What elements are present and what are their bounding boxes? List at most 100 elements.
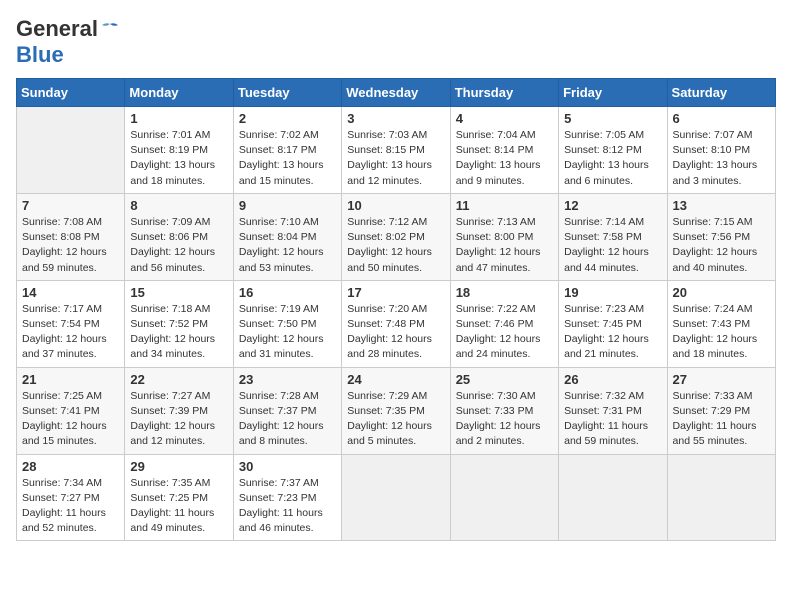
calendar-cell: 6Sunrise: 7:07 AMSunset: 8:10 PMDaylight… bbox=[667, 107, 775, 194]
day-info: Sunrise: 7:12 AMSunset: 8:02 PMDaylight:… bbox=[347, 215, 444, 276]
day-info: Sunrise: 7:02 AMSunset: 8:17 PMDaylight:… bbox=[239, 128, 336, 189]
calendar-cell: 8 Sunrise: 7:09 AMSunset: 8:06 PMDaylight… bbox=[125, 193, 233, 280]
calendar-cell: 24 Sunrise: 7:29 AMSunset: 7:35 PMDayligh… bbox=[342, 367, 450, 454]
column-header-wednesday: Wednesday bbox=[342, 79, 450, 107]
calendar-week-3: 14 Sunrise: 7:17 AMSunset: 7:54 PMDayligh… bbox=[17, 280, 776, 367]
day-info: Sunrise: 7:25 AMSunset: 7:41 PMDaylight:… bbox=[22, 389, 119, 450]
column-header-thursday: Thursday bbox=[450, 79, 558, 107]
calendar-cell: 13 Sunrise: 7:15 AMSunset: 7:56 PMDayligh… bbox=[667, 193, 775, 280]
day-info: Sunrise: 7:05 AMSunset: 8:12 PMDaylight:… bbox=[564, 128, 661, 189]
calendar-cell: 21 Sunrise: 7:25 AMSunset: 7:41 PMDayligh… bbox=[17, 367, 125, 454]
day-info: Sunrise: 7:28 AMSunset: 7:37 PMDaylight:… bbox=[239, 389, 336, 450]
calendar-cell bbox=[342, 454, 450, 541]
day-number: 24 bbox=[347, 372, 444, 387]
logo-blue-text: Blue bbox=[16, 42, 64, 67]
day-info: Sunrise: 7:35 AMSunset: 7:25 PMDaylight:… bbox=[130, 476, 227, 537]
calendar-cell: 2 Sunrise: 7:02 AMSunset: 8:17 PMDaylight… bbox=[233, 107, 341, 194]
day-info: Sunrise: 7:37 AMSunset: 7:23 PMDaylight:… bbox=[239, 476, 336, 537]
day-info: Sunrise: 7:33 AMSunset: 7:29 PMDaylight:… bbox=[673, 389, 770, 450]
day-number: 12 bbox=[564, 198, 661, 213]
calendar-cell: 3 Sunrise: 7:03 AMSunset: 8:15 PMDaylight… bbox=[342, 107, 450, 194]
day-info: Sunrise: 7:18 AMSunset: 7:52 PMDaylight:… bbox=[130, 302, 227, 363]
day-number: 18 bbox=[456, 285, 553, 300]
day-number: 6 bbox=[673, 111, 770, 126]
column-header-tuesday: Tuesday bbox=[233, 79, 341, 107]
day-number: 15 bbox=[130, 285, 227, 300]
day-number: 19 bbox=[564, 285, 661, 300]
day-info: Sunrise: 7:09 AMSunset: 8:06 PMDaylight:… bbox=[130, 215, 227, 276]
day-number: 5 bbox=[564, 111, 661, 126]
day-number: 8 bbox=[130, 198, 227, 213]
column-header-friday: Friday bbox=[559, 79, 667, 107]
calendar-week-1: 1 Sunrise: 7:01 AMSunset: 8:19 PMDaylight… bbox=[17, 107, 776, 194]
calendar-cell bbox=[450, 454, 558, 541]
day-number: 10 bbox=[347, 198, 444, 213]
day-info: Sunrise: 7:29 AMSunset: 7:35 PMDaylight:… bbox=[347, 389, 444, 450]
day-number: 26 bbox=[564, 372, 661, 387]
day-number: 29 bbox=[130, 459, 227, 474]
calendar-cell: 25Sunrise: 7:30 AMSunset: 7:33 PMDayligh… bbox=[450, 367, 558, 454]
day-number: 22 bbox=[130, 372, 227, 387]
day-info: Sunrise: 7:20 AMSunset: 7:48 PMDaylight:… bbox=[347, 302, 444, 363]
calendar-cell: 16 Sunrise: 7:19 AMSunset: 7:50 PMDayligh… bbox=[233, 280, 341, 367]
calendar-cell: 9 Sunrise: 7:10 AMSunset: 8:04 PMDaylight… bbox=[233, 193, 341, 280]
day-info: Sunrise: 7:23 AMSunset: 7:45 PMDaylight:… bbox=[564, 302, 661, 363]
day-number: 28 bbox=[22, 459, 119, 474]
day-number: 9 bbox=[239, 198, 336, 213]
day-number: 11 bbox=[456, 198, 553, 213]
day-info: Sunrise: 7:24 AMSunset: 7:43 PMDaylight:… bbox=[673, 302, 770, 363]
day-number: 21 bbox=[22, 372, 119, 387]
day-number: 4 bbox=[456, 111, 553, 126]
calendar-cell: 5 Sunrise: 7:05 AMSunset: 8:12 PMDaylight… bbox=[559, 107, 667, 194]
calendar-week-2: 7 Sunrise: 7:08 AMSunset: 8:08 PMDaylight… bbox=[17, 193, 776, 280]
day-info: Sunrise: 7:15 AMSunset: 7:56 PMDaylight:… bbox=[673, 215, 770, 276]
day-number: 1 bbox=[130, 111, 227, 126]
day-info: Sunrise: 7:34 AMSunset: 7:27 PMDaylight:… bbox=[22, 476, 119, 537]
calendar-cell bbox=[667, 454, 775, 541]
logo-text: General bbox=[16, 16, 120, 42]
logo: General Blue bbox=[16, 16, 120, 68]
calendar-cell bbox=[17, 107, 125, 194]
calendar-week-5: 28 Sunrise: 7:34 AMSunset: 7:27 PMDayligh… bbox=[17, 454, 776, 541]
column-header-monday: Monday bbox=[125, 79, 233, 107]
day-number: 2 bbox=[239, 111, 336, 126]
calendar-cell: 29 Sunrise: 7:35 AMSunset: 7:25 PMDayligh… bbox=[125, 454, 233, 541]
calendar-cell: 17 Sunrise: 7:20 AMSunset: 7:48 PMDayligh… bbox=[342, 280, 450, 367]
day-info: Sunrise: 7:03 AMSunset: 8:15 PMDaylight:… bbox=[347, 128, 444, 189]
day-number: 30 bbox=[239, 459, 336, 474]
day-number: 23 bbox=[239, 372, 336, 387]
calendar-cell: 12 Sunrise: 7:14 AMSunset: 7:58 PMDayligh… bbox=[559, 193, 667, 280]
column-header-sunday: Sunday bbox=[17, 79, 125, 107]
calendar-header-row: SundayMondayTuesdayWednesdayThursdayFrid… bbox=[17, 79, 776, 107]
day-number: 16 bbox=[239, 285, 336, 300]
day-info: Sunrise: 7:14 AMSunset: 7:58 PMDaylight:… bbox=[564, 215, 661, 276]
day-info: Sunrise: 7:10 AMSunset: 8:04 PMDaylight:… bbox=[239, 215, 336, 276]
calendar-cell bbox=[559, 454, 667, 541]
calendar-cell: 23 Sunrise: 7:28 AMSunset: 7:37 PMDayligh… bbox=[233, 367, 341, 454]
day-info: Sunrise: 7:32 AMSunset: 7:31 PMDaylight:… bbox=[564, 389, 661, 450]
calendar-cell: 4 Sunrise: 7:04 AMSunset: 8:14 PMDaylight… bbox=[450, 107, 558, 194]
day-number: 17 bbox=[347, 285, 444, 300]
calendar-cell: 26 Sunrise: 7:32 AMSunset: 7:31 PMDayligh… bbox=[559, 367, 667, 454]
day-number: 20 bbox=[673, 285, 770, 300]
calendar-cell: 10 Sunrise: 7:12 AMSunset: 8:02 PMDayligh… bbox=[342, 193, 450, 280]
calendar-cell: 30 Sunrise: 7:37 AMSunset: 7:23 PMDayligh… bbox=[233, 454, 341, 541]
day-number: 7 bbox=[22, 198, 119, 213]
calendar-cell: 20 Sunrise: 7:24 AMSunset: 7:43 PMDayligh… bbox=[667, 280, 775, 367]
day-info: Sunrise: 7:13 AMSunset: 8:00 PMDaylight:… bbox=[456, 215, 553, 276]
calendar-cell: 22Sunrise: 7:27 AMSunset: 7:39 PMDayligh… bbox=[125, 367, 233, 454]
day-number: 27 bbox=[673, 372, 770, 387]
day-number: 14 bbox=[22, 285, 119, 300]
day-number: 13 bbox=[673, 198, 770, 213]
day-number: 3 bbox=[347, 111, 444, 126]
page-header: General Blue bbox=[16, 16, 776, 68]
day-info: Sunrise: 7:22 AMSunset: 7:46 PMDaylight:… bbox=[456, 302, 553, 363]
day-number: 25 bbox=[456, 372, 553, 387]
day-info: Sunrise: 7:17 AMSunset: 7:54 PMDaylight:… bbox=[22, 302, 119, 363]
day-info: Sunrise: 7:08 AMSunset: 8:08 PMDaylight:… bbox=[22, 215, 119, 276]
day-info: Sunrise: 7:01 AMSunset: 8:19 PMDaylight:… bbox=[130, 128, 227, 189]
day-info: Sunrise: 7:19 AMSunset: 7:50 PMDaylight:… bbox=[239, 302, 336, 363]
calendar-cell: 27 Sunrise: 7:33 AMSunset: 7:29 PMDayligh… bbox=[667, 367, 775, 454]
calendar-cell: 18 Sunrise: 7:22 AMSunset: 7:46 PMDayligh… bbox=[450, 280, 558, 367]
day-info: Sunrise: 7:04 AMSunset: 8:14 PMDaylight:… bbox=[456, 128, 553, 189]
